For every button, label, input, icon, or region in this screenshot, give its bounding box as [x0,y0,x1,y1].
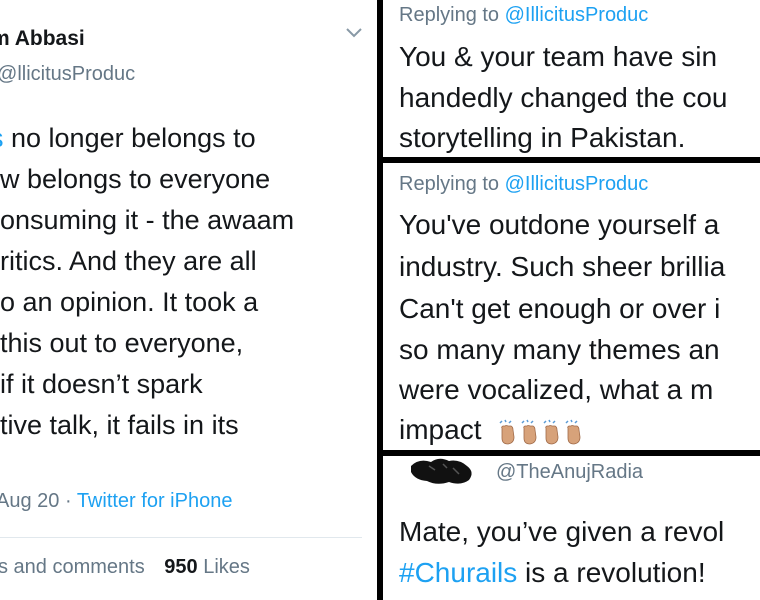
author-name[interactable]: m Abbasi [0,27,85,51]
hashtag-link[interactable]: #Churails [399,557,517,588]
clap-icon [543,419,559,445]
tweet-line: s no longer belongs to [0,118,377,159]
tweet-line: w belongs to everyone [0,164,271,194]
reply-tweet-1: Replying to @IllicitusProduc You & your … [383,0,760,157]
reply-line: so many many themes an [399,334,720,365]
reply-line: were vocalized, what a m [399,374,714,405]
tweet-date[interactable]: Aug 20 · [0,490,77,512]
reply-line: You've outdone yourself a [399,209,720,240]
replying-to: Replying to @IllicitusProduc [399,173,649,195]
reply-line: You & your team have sin [399,41,718,72]
tweet-stats: s and comments 950 Likes [0,556,250,579]
tweet-line: o an opinion. It took a [0,287,259,317]
tweet-line: this out to everyone, [0,328,244,358]
likes-count[interactable]: 950 [164,556,197,578]
tweet-source-link[interactable]: Twitter for iPhone [77,490,233,512]
retweets-label[interactable]: s and comments [0,556,145,578]
reply-line: handedly changed the cou [399,82,728,113]
likes-label[interactable]: Likes [203,556,250,578]
reply-line-last: impact [399,410,585,450]
clap-icon [499,419,515,445]
reply-line: industry. Such sheer brillia [399,251,726,282]
reply-tweet-2: Replying to @IllicitusProduc You've outd… [383,163,760,450]
tweet-meta: Aug 20 · Twitter for iPhone [0,490,232,513]
left-tweet-panel: m Abbasi @llicitusProduc s no longer bel… [0,0,377,600]
tweet-line: ritics. And they are all [0,246,257,276]
tweet-line: tive talk, it fails in its [0,410,239,440]
clap-icon [565,419,581,445]
chevron-down-icon[interactable] [345,26,363,38]
divider [0,537,362,538]
reply-author-handle[interactable]: @TheAnujRadia [496,461,643,484]
tweet-line: onsuming it - the awaam [0,205,295,235]
tweet-line: if it doesn’t spark [0,369,203,399]
avatar[interactable] [409,456,479,486]
reply-line: Can't get enough or over i [399,293,721,324]
clapping-hands-emoji [497,419,585,445]
replying-to-link[interactable]: @IllicitusProduc [505,4,649,26]
author-handle[interactable]: @llicitusProduc [0,63,135,86]
reply-line: #Churails is a revolution! [399,557,706,588]
reply-line: Mate, you’ve given a revol [399,516,725,547]
reply-line: storytelling in Pakistan. [399,122,686,153]
clap-icon [521,419,537,445]
replying-to: Replying to @IllicitusProduc [399,4,649,26]
tweet-body: s no longer belongs to w belongs to ever… [0,118,377,446]
reply-tweet-3: @TheAnujRadia Mate, you’ve given a revol… [383,456,760,600]
replying-to-link[interactable]: @IllicitusProduc [505,173,649,195]
author-handle-text: llicitusProduc [17,63,136,85]
